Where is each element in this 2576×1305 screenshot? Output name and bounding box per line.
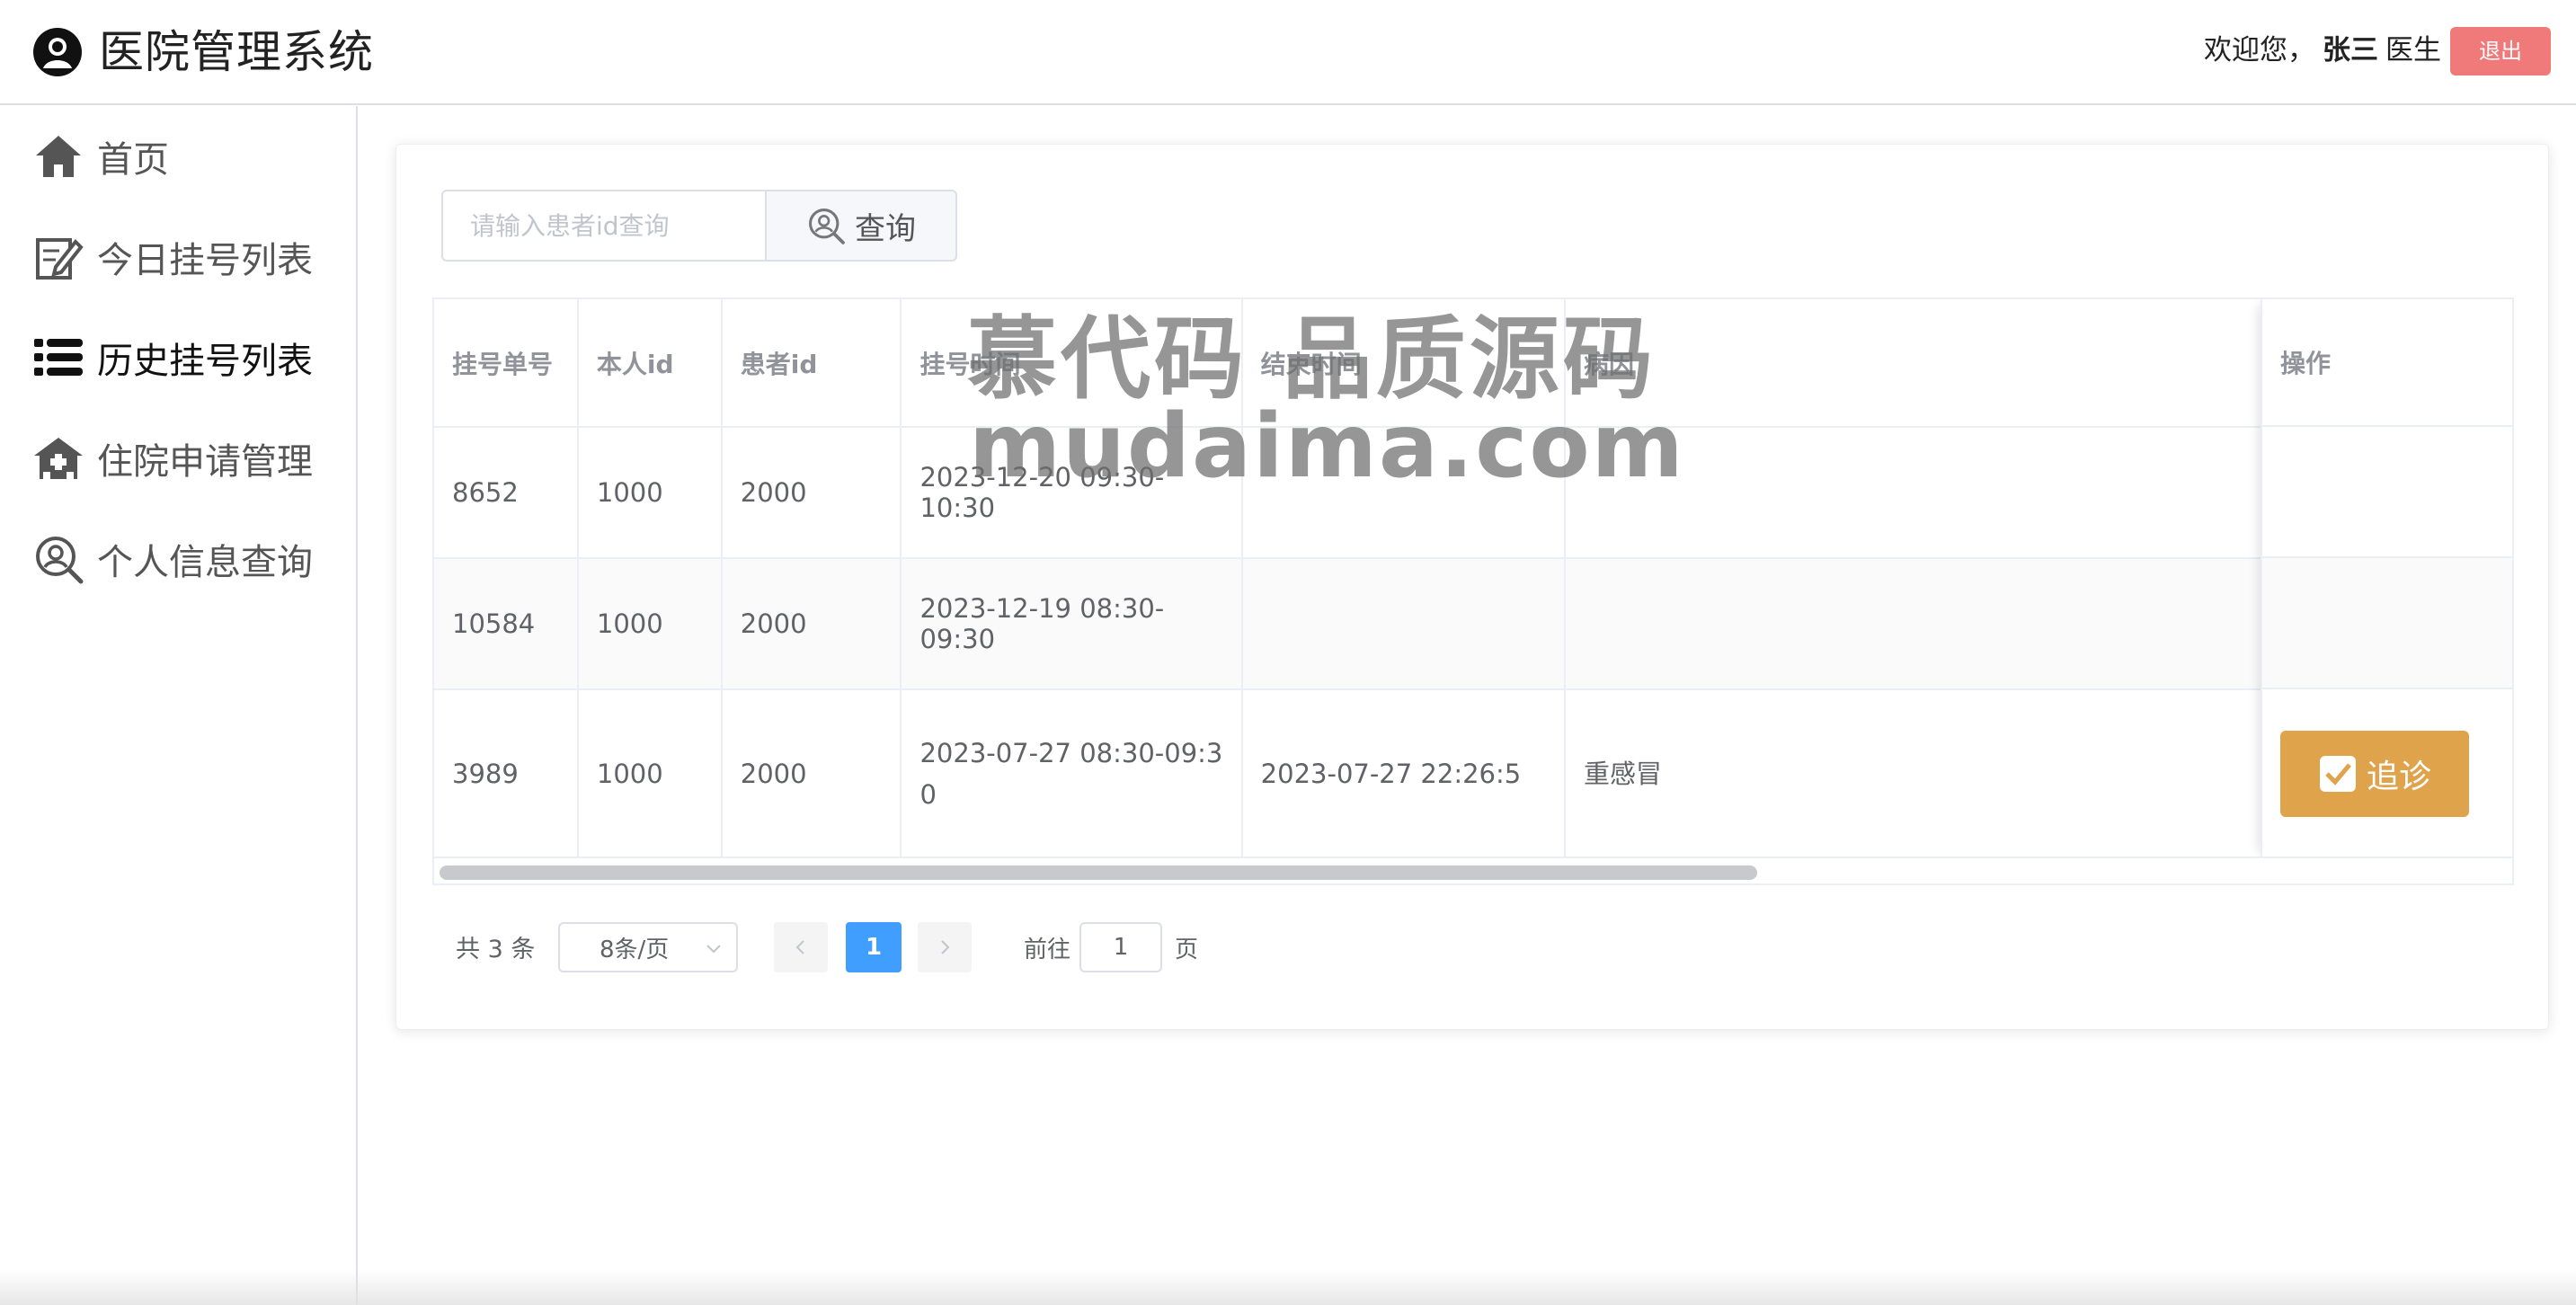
page-size-value: 8条/页: [600, 936, 670, 963]
column-header: 操作: [2262, 299, 2512, 427]
followup-button-label: 追诊: [2366, 759, 2431, 795]
cell-cause: [1565, 558, 2265, 690]
sidebar: 首页 今日挂号列表 历史挂号列表 住院申请管理 个人信息查询: [0, 106, 358, 1305]
top-header: 医院管理系统 欢迎您， 张三 医生 退出: [0, 0, 2576, 105]
prev-page-button[interactable]: [774, 922, 828, 972]
doctor-logo-icon: [33, 28, 82, 76]
app-title: 医院管理系统: [99, 26, 374, 78]
search-user-icon: [809, 209, 845, 244]
column-header: 患者id: [721, 299, 902, 428]
cell-reg-time: 2023-12-19 08:30-09:30: [901, 558, 1243, 690]
cell-reg-time: 2023-07-27 08:30-09:30: [901, 689, 1243, 859]
search-button[interactable]: 查询: [765, 190, 957, 262]
cell-patient-id: 2000: [721, 558, 902, 690]
sidebar-item-history-registrations[interactable]: 历史挂号列表: [0, 318, 356, 397]
pagination: 共 3 条 8条/页 1 前往 页: [396, 922, 2550, 976]
followup-button[interactable]: 追诊: [2280, 731, 2469, 817]
cell-self-id: 1000: [577, 427, 723, 559]
checkbox-icon: [2319, 756, 2356, 792]
cell-self-id: 1000: [577, 558, 723, 690]
cell-patient-id: 2000: [721, 427, 902, 559]
sidebar-item-label: 住院申请管理: [97, 441, 313, 483]
sidebar-item-personal-info[interactable]: 个人信息查询: [0, 519, 356, 599]
edit-note-icon: [36, 238, 84, 280]
chevron-down-icon: [706, 945, 721, 954]
search-user-icon: [36, 537, 84, 584]
user-role: 医生: [2385, 34, 2441, 67]
user-name: 张三: [2323, 34, 2378, 67]
welcome-prefix: 欢迎您，: [2204, 34, 2315, 67]
cell-id: 10584: [434, 558, 579, 690]
patient-id-search-input[interactable]: [441, 190, 767, 262]
logout-button[interactable]: 退出: [2450, 27, 2551, 75]
action-cell: 追诊: [2262, 689, 2512, 858]
sidebar-item-label: 历史挂号列表: [97, 341, 313, 382]
table-row: 10584 1000 2000 2023-12-19 08:30-09:30: [434, 558, 2512, 690]
welcome-text: 欢迎您， 张三 医生: [2204, 31, 2441, 70]
scrollbar-thumb[interactable]: [440, 866, 1757, 880]
cell-self-id: 1000: [577, 689, 723, 859]
sidebar-item-today-registrations[interactable]: 今日挂号列表: [0, 218, 356, 297]
search-button-label: 查询: [855, 210, 916, 247]
cell-patient-id: 2000: [721, 689, 902, 859]
cell-id: 8652: [434, 427, 579, 559]
cell-end-time: 2023-07-27 22:26:5: [1241, 689, 1567, 859]
page-number-1[interactable]: 1: [846, 922, 902, 972]
action-cell: [2262, 558, 2512, 689]
main-card: 查询 挂号单号 本人id 患者id 挂号时间 结束时间 病因: [395, 144, 2549, 1030]
page-size-select[interactable]: 8条/页: [558, 922, 738, 972]
horizontal-scrollbar[interactable]: [434, 857, 2512, 883]
list-icon: [34, 339, 83, 376]
table-row: 3989 1000 2000 2023-07-27 08:30-09:30 20…: [434, 689, 2512, 859]
fixed-action-column: 操作 追诊: [2261, 299, 2512, 858]
hospital-icon: [34, 438, 83, 479]
home-icon: [36, 136, 81, 177]
total-count: 共 3 条: [456, 936, 536, 963]
chevron-left-icon: [795, 940, 804, 954]
next-page-button[interactable]: [918, 922, 972, 972]
column-header: 挂号单号: [434, 299, 579, 428]
sidebar-item-inpatient-requests[interactable]: 住院申请管理: [0, 419, 356, 498]
cell-id: 3989: [434, 689, 579, 859]
sidebar-item-label: 个人信息查询: [97, 542, 313, 583]
sidebar-item-home[interactable]: 首页: [0, 117, 356, 196]
sidebar-item-label: 首页: [97, 139, 169, 181]
cell-end-time: [1241, 558, 1567, 690]
goto-page-input[interactable]: [1079, 922, 1162, 972]
page-suffix: 页: [1175, 937, 1199, 963]
chevron-right-icon: [941, 940, 950, 954]
action-cell: [2262, 427, 2512, 558]
watermark-url: mudaima.com: [969, 395, 1685, 498]
column-header: 本人id: [577, 299, 723, 428]
cell-cause: 重感冒: [1565, 689, 2265, 859]
sidebar-item-label: 今日挂号列表: [97, 240, 313, 281]
goto-label: 前往: [1024, 937, 1071, 963]
bottom-shadow: [0, 1269, 2576, 1305]
